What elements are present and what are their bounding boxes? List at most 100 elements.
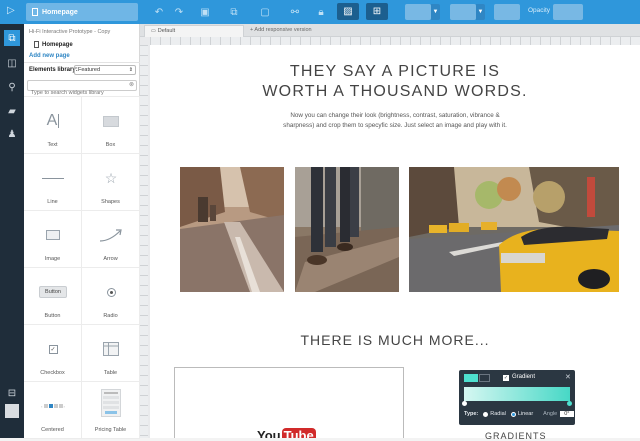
search-icon[interactable]: ⚲	[5, 80, 19, 94]
gradient-popup: ✓ Gradient ✕ Type: Radial Linear Angle 0…	[459, 370, 575, 425]
link-icon[interactable]: ⚯	[286, 4, 304, 20]
artboard[interactable]: THEY SAY A PICTURE IS WORTH A THOUSAND W…	[150, 45, 640, 441]
page-selector-label: Homepage	[42, 8, 78, 16]
line-icon	[24, 166, 82, 190]
widget-pagination[interactable]: ‹ › Centered	[24, 382, 82, 439]
duplicate-icon[interactable]: ▣	[196, 4, 214, 20]
section-title: THERE IS MUCH MORE...	[300, 332, 490, 348]
pagination-icon: ‹ ›	[41, 403, 65, 409]
widget-label: Line	[47, 199, 58, 205]
top-toolbar: ▷ Homepage ↶ ↷ ▣ ⧉ ▢ ⚯ 🔒︎ ▨ ⊞ ▼ ▼ Opacit…	[0, 0, 640, 24]
library-select-value: Featured	[78, 67, 101, 73]
redo-icon[interactable]: ↷	[170, 4, 188, 20]
tab-icon: ▭	[151, 28, 156, 34]
youtube-logo: You Tube	[257, 428, 316, 438]
canvas-area: ▭ Default + Add responsive version THEY S…	[140, 24, 640, 441]
gradient-stop-right[interactable]	[567, 401, 572, 406]
lock-icon[interactable]: 🔒︎	[312, 4, 330, 20]
widget-label: Centered	[41, 427, 64, 433]
image-edit-icon[interactable]: ▨	[337, 3, 359, 20]
close-icon[interactable]: ✕	[565, 373, 571, 381]
widget-search-input[interactable]: ⊗	[27, 80, 137, 98]
page-list-item[interactable]: Homepage	[34, 41, 73, 48]
copy-icon[interactable]: ⧉	[225, 4, 243, 20]
widget-checkbox[interactable]: ✓ Checkbox	[24, 325, 82, 382]
widget-label: Checkbox	[40, 370, 65, 376]
page-selector[interactable]: Homepage	[26, 3, 138, 21]
widget-label: Table	[103, 370, 118, 376]
widget-label: Box	[105, 142, 116, 148]
video-box[interactable]: You Tube	[174, 367, 404, 438]
export-icon[interactable]: ⊟	[5, 386, 19, 400]
font-size-field[interactable]	[405, 4, 431, 20]
widget-table[interactable]: Table	[82, 325, 140, 382]
chevron-updown-icon: ⇕	[128, 67, 133, 73]
gradient-checkbox[interactable]: ✓	[503, 375, 509, 381]
page-icon	[34, 41, 39, 48]
box-icon	[82, 109, 140, 133]
intro-text: Now you can change their look (brightnes…	[150, 111, 640, 131]
angle-input[interactable]: 0°	[560, 411, 574, 417]
group-icon[interactable]: ▢	[256, 4, 274, 20]
swatch-dropdown[interactable]	[479, 374, 490, 382]
left-icon-bar: ⧉ ◫ ⚲ ▰ ♟ ⊟	[0, 24, 24, 438]
youtube-logo-you: You	[257, 428, 281, 438]
clear-icon[interactable]: ⊗	[129, 81, 134, 88]
radio-linear-label: Linear	[517, 411, 534, 417]
play-icon[interactable]: ▷	[7, 5, 15, 16]
widget-shapes[interactable]: ☆ Shapes	[82, 154, 140, 211]
chevron-down-icon[interactable]: ▼	[431, 4, 440, 20]
opacity-field[interactable]	[553, 4, 583, 20]
intro-text-line1: Now you can change their look (brightnes…	[290, 112, 500, 119]
widget-box[interactable]: Box	[82, 97, 140, 154]
arrow-icon	[82, 223, 140, 247]
widget-text[interactable]: A Text	[24, 97, 82, 154]
radio-radial[interactable]	[483, 411, 489, 417]
opacity-label: Opacity	[528, 7, 551, 14]
widget-image[interactable]: Image	[24, 211, 82, 268]
library-select[interactable]: Featured ⇕	[74, 65, 136, 75]
undo-icon[interactable]: ↶	[150, 4, 168, 20]
taxi-photo[interactable]	[409, 167, 619, 292]
add-page-link[interactable]: Add new page	[29, 53, 70, 59]
gradient-bar[interactable]	[464, 387, 570, 401]
widget-label: Text	[47, 142, 58, 148]
line-height-field[interactable]	[450, 4, 476, 20]
radio-icon	[82, 280, 140, 304]
color-swatch[interactable]	[464, 374, 478, 382]
divider	[24, 62, 140, 63]
widget-label: Shapes	[101, 199, 120, 205]
checkbox-icon: ✓	[48, 344, 58, 354]
ruler-horizontal	[150, 37, 640, 45]
widget-label: Button	[44, 313, 61, 319]
legs-photo[interactable]	[295, 167, 399, 292]
layers-icon[interactable]: ◫	[5, 56, 19, 70]
page-icon	[32, 8, 38, 16]
widget-label: Arrow	[103, 256, 118, 262]
spacing-field[interactable]	[494, 4, 520, 20]
tab-default[interactable]: ▭ Default	[144, 25, 244, 37]
widget-arrow[interactable]: Arrow	[82, 211, 140, 268]
widget-button[interactable]: Button Button	[24, 268, 82, 325]
radio-linear[interactable]	[510, 411, 516, 417]
street-photo[interactable]	[180, 167, 284, 292]
gradient-type-row: Type: Radial Linear Angle 0°	[464, 411, 574, 417]
library-label: Elements library:	[29, 67, 78, 73]
headline-line2: WORTH A THOUSAND WORDS.	[262, 83, 528, 100]
image-icon	[24, 223, 82, 247]
pages-icon[interactable]: ⧉	[4, 30, 20, 46]
widget-line[interactable]: Line	[24, 154, 82, 211]
youtube-logo-tube: Tube	[281, 428, 316, 438]
chevron-down-icon[interactable]: ▼	[476, 4, 485, 20]
page-list-item-label: Homepage	[42, 41, 73, 48]
angle-label: Angle	[543, 411, 558, 417]
widget-pricing-table[interactable]: Pricing Table	[82, 382, 140, 439]
project-name: Hi-Fi Interactive Prototype - Copy	[29, 29, 111, 35]
gradient-stop-left[interactable]	[462, 401, 467, 406]
users-icon[interactable]: ♟	[5, 127, 19, 141]
comments-icon[interactable]: ▰	[5, 104, 19, 118]
avatar[interactable]	[5, 404, 19, 418]
crop-icon[interactable]: ⊞	[366, 3, 388, 20]
widget-radio[interactable]: Radio	[82, 268, 140, 325]
tab-add-responsive[interactable]: + Add responsive version	[250, 27, 312, 33]
